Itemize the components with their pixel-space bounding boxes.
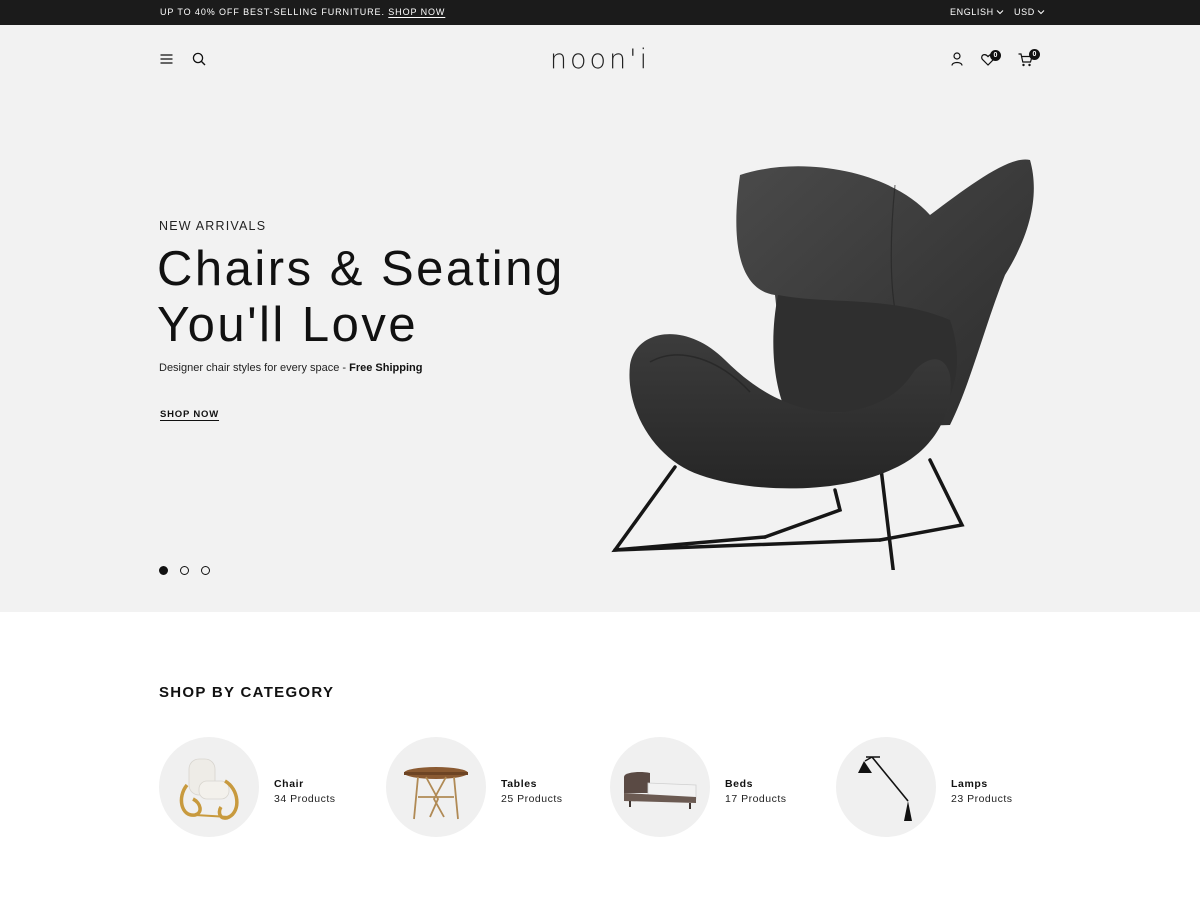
- wishlist-count-badge: 0: [990, 50, 1001, 61]
- chevron-down-icon: [1037, 10, 1045, 15]
- slider-pagination: [159, 566, 210, 575]
- hero-headline-line1: Chairs & Seating: [157, 242, 565, 296]
- promo-banner: UP TO 40% OFF BEST-SELLING FURNITURE. SH…: [160, 7, 445, 17]
- promo-text: UP TO 40% OFF BEST-SELLING FURNITURE.: [160, 7, 385, 17]
- category-count: 25 Products: [501, 793, 563, 805]
- category-name: Tables: [501, 778, 538, 790]
- cart-count-badge: 0: [1029, 49, 1040, 60]
- promo-shop-now-link[interactable]: SHOP NOW: [388, 7, 445, 17]
- free-shipping-text: Free Shipping: [349, 362, 423, 374]
- category-image-lamps: [836, 737, 936, 837]
- currency-label: USD: [1014, 7, 1035, 17]
- wishlist-button[interactable]: 0: [981, 50, 1003, 68]
- category-card-chair[interactable]: Chair 34 Products: [159, 737, 379, 837]
- hero-banner: noon'i 0 0 NEW ARRIVALS Chairs & Seating…: [0, 25, 1200, 612]
- category-name: Chair: [274, 778, 304, 790]
- language-selector[interactable]: ENGLISH: [950, 7, 1004, 17]
- category-section-title: SHOP BY CATEGORY: [159, 684, 335, 701]
- table-image: [404, 767, 468, 820]
- site-logo[interactable]: noon'i: [500, 44, 700, 75]
- category-count: 17 Products: [725, 793, 787, 805]
- cart-button[interactable]: 0: [1018, 49, 1042, 68]
- lounge-chair-image: [611, 159, 1034, 570]
- category-card-lamps[interactable]: Lamps 23 Products: [836, 737, 1056, 837]
- hero-subtitle-text: Designer chair styles for every space -: [159, 362, 350, 374]
- category-name: Lamps: [951, 778, 988, 790]
- language-label: ENGLISH: [950, 7, 994, 17]
- currency-selector[interactable]: USD: [1014, 7, 1045, 17]
- slide-dot-3[interactable]: [201, 566, 210, 575]
- slide-dot-1[interactable]: [159, 566, 168, 575]
- announcement-bar: UP TO 40% OFF BEST-SELLING FURNITURE. SH…: [0, 0, 1200, 25]
- chevron-down-icon: [996, 10, 1004, 15]
- hero-headline: Chairs & Seating You'll Love: [157, 241, 565, 353]
- lamp-image: [858, 756, 912, 821]
- category-name: Beds: [725, 778, 754, 790]
- search-icon[interactable]: [192, 52, 206, 66]
- hero-headline-line2: You'll Love: [157, 298, 419, 352]
- category-count: 34 Products: [274, 793, 336, 805]
- slide-dot-2[interactable]: [180, 566, 189, 575]
- menu-icon[interactable]: [160, 53, 173, 65]
- category-image-tables: [386, 737, 486, 837]
- category-image-beds: [610, 737, 710, 837]
- hero-eyebrow: NEW ARRIVALS: [159, 219, 267, 233]
- account-icon[interactable]: [951, 52, 963, 66]
- category-card-tables[interactable]: Tables 25 Products: [386, 737, 606, 837]
- category-image-chair: [159, 737, 259, 837]
- bed-image: [624, 772, 697, 809]
- hero-shop-now-link[interactable]: SHOP NOW: [160, 409, 219, 420]
- hero-subtitle: Designer chair styles for every space - …: [159, 362, 422, 374]
- category-card-beds[interactable]: Beds 17 Products: [610, 737, 830, 837]
- chair-image: [179, 758, 239, 820]
- category-count: 23 Products: [951, 793, 1013, 805]
